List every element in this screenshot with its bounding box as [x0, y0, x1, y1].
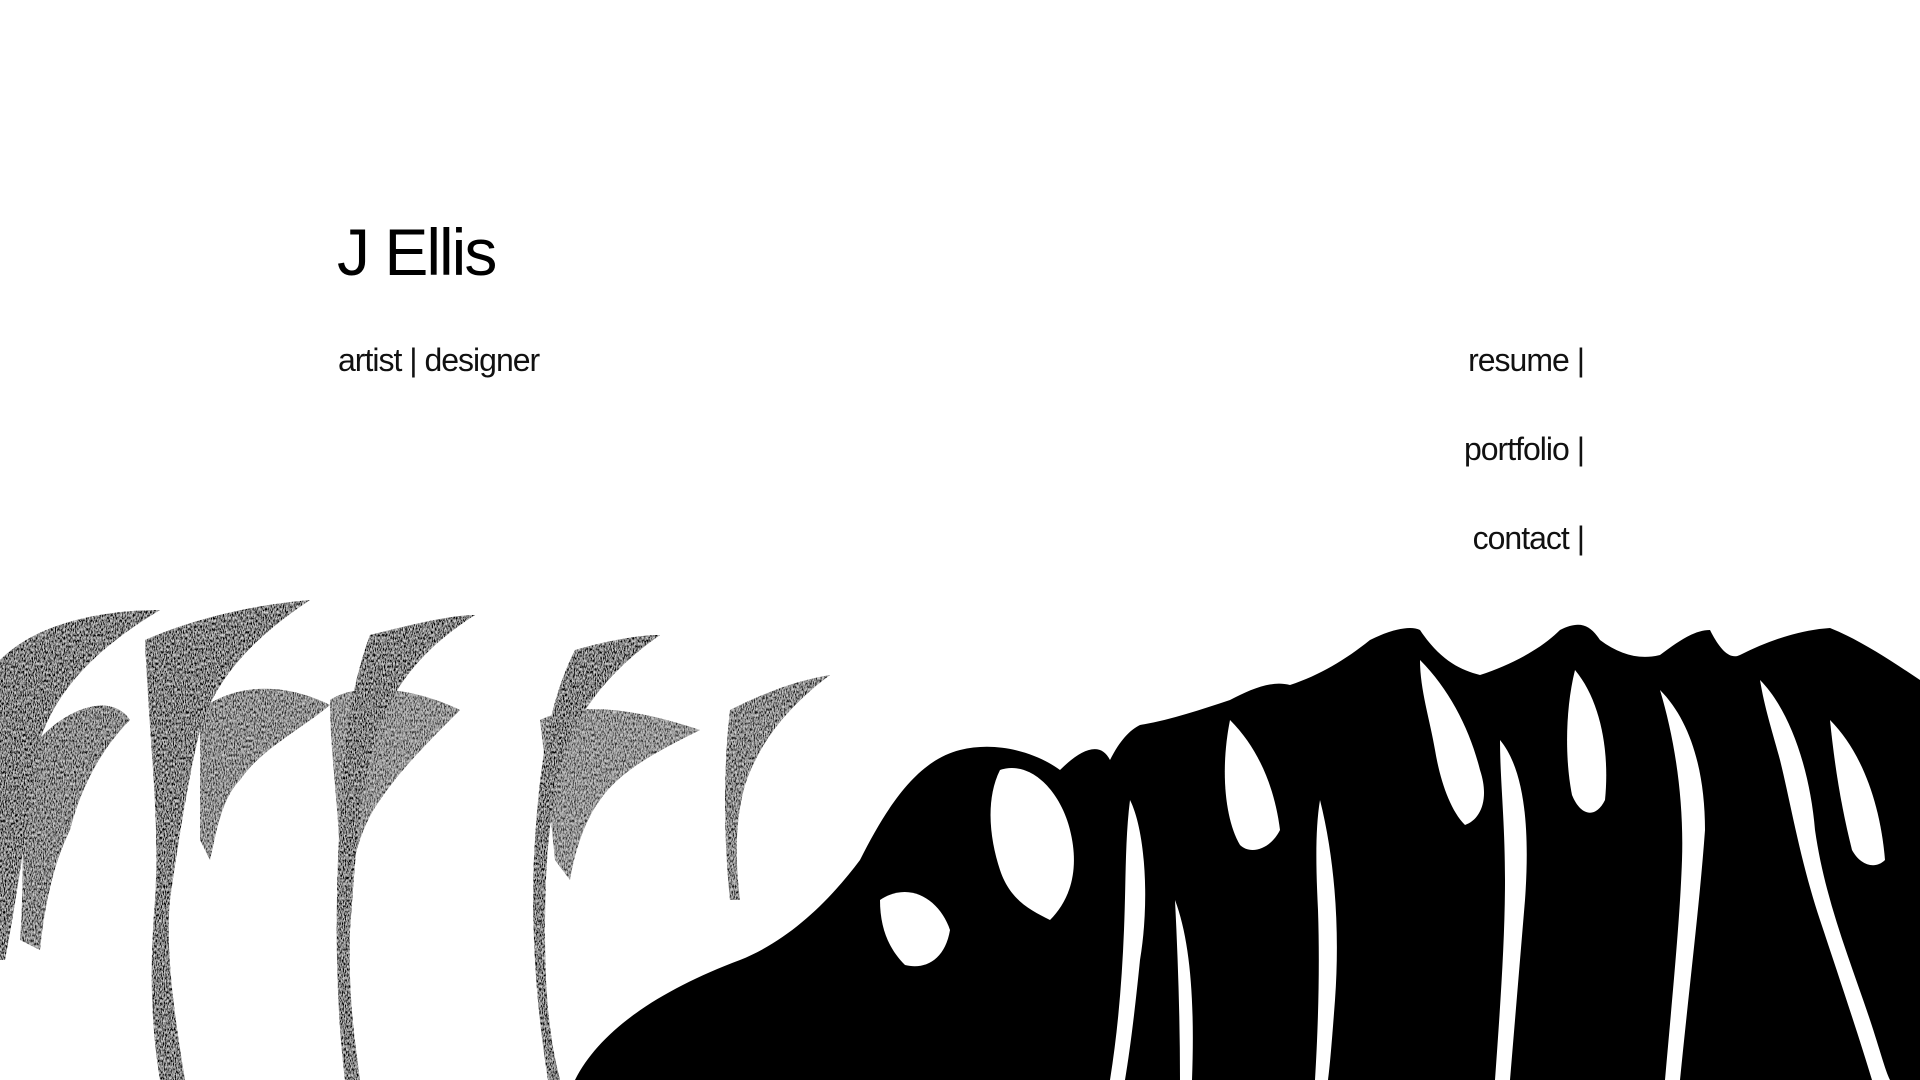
page: J Ellis artist | designer resume | portf… [0, 0, 1920, 1080]
paint-stroke-artwork [0, 600, 1920, 1080]
nav-resume-link[interactable]: resume | [1468, 338, 1585, 382]
main-nav: resume | portfolio | contact | [1464, 338, 1585, 560]
nav-portfolio-link[interactable]: portfolio | [1464, 427, 1585, 471]
site-title: J Ellis [337, 215, 497, 289]
tagline: artist | designer [338, 342, 540, 378]
nav-contact-link[interactable]: contact | [1473, 516, 1585, 560]
